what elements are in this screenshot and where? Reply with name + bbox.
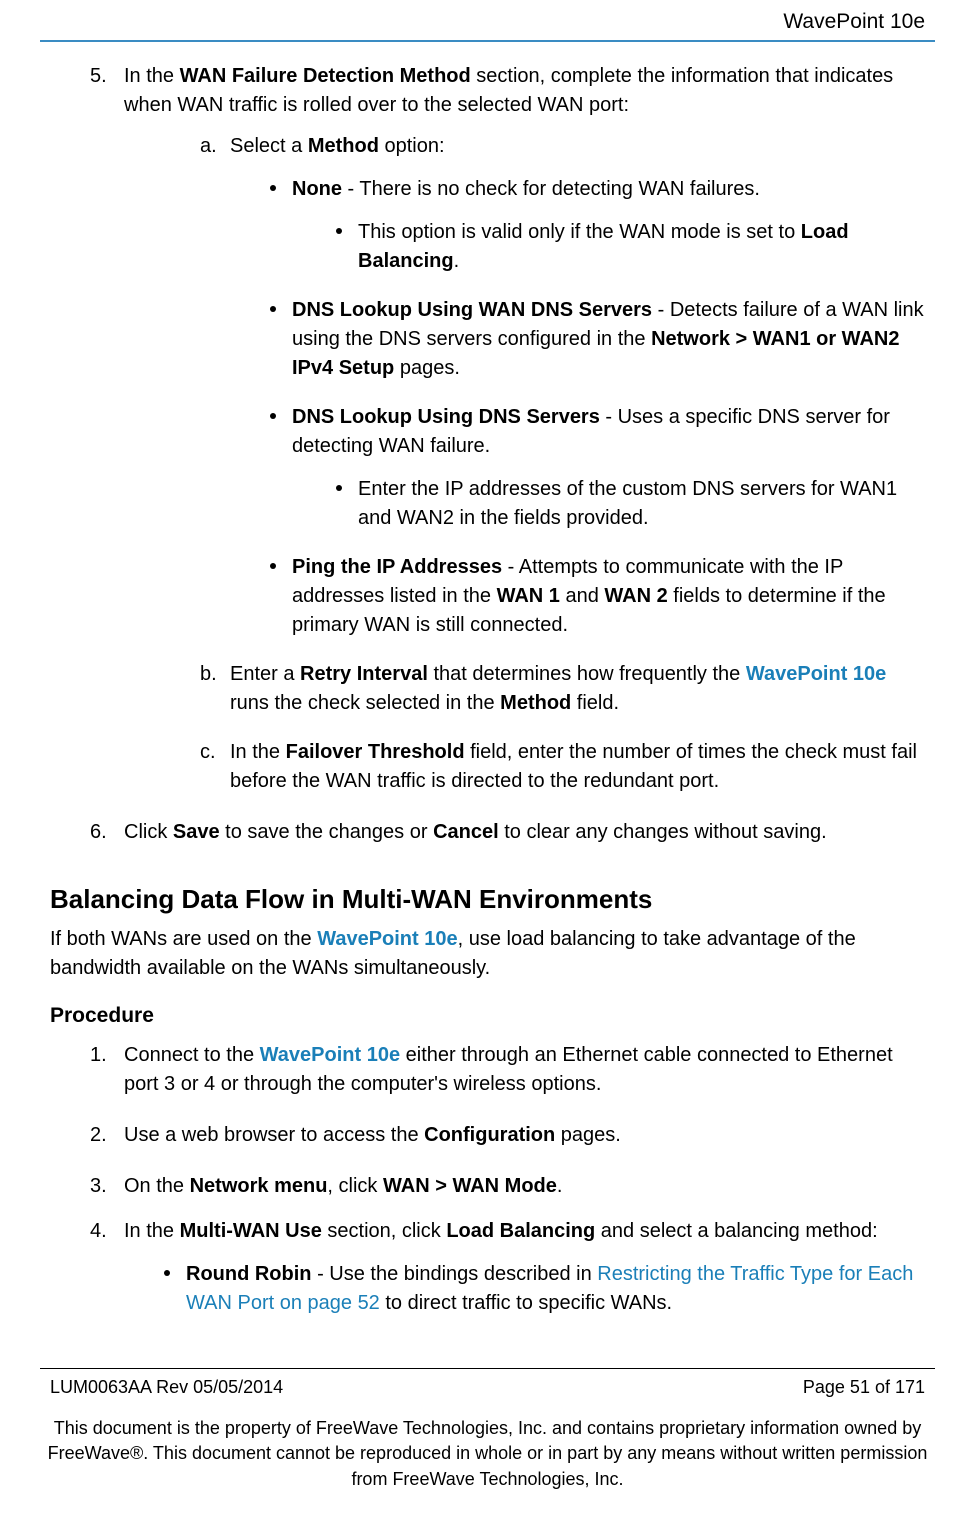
proc-step-4: 4. In the Multi-WAN Use section, click L…	[90, 1217, 925, 1318]
bold-text: Configuration	[424, 1124, 555, 1146]
text: - Use the bindings described in	[312, 1263, 598, 1285]
bold-text: DNS Lookup Using WAN DNS Servers	[292, 299, 652, 321]
bold-text: Ping the IP Addresses	[292, 556, 502, 578]
step-number: 5.	[90, 62, 107, 91]
bold-text: None	[292, 178, 342, 200]
proc-step-3: 3. On the Network menu, click WAN > WAN …	[90, 1172, 925, 1201]
text: If both WANs are used on the	[50, 928, 317, 950]
footer-meta: LUM0063AA Rev 05/05/2014 Page 51 of 171	[0, 1377, 975, 1398]
option-round-robin: Round Robin - Use the bindings described…	[164, 1260, 925, 1318]
step-number: 1.	[90, 1041, 107, 1070]
option-dns-wan: DNS Lookup Using WAN DNS Servers - Detec…	[270, 296, 925, 383]
bold-text: Method	[308, 135, 379, 157]
text: and	[560, 585, 604, 607]
option-none: None - There is no check for detecting W…	[270, 175, 925, 276]
substep-letter: a.	[200, 132, 217, 161]
bold-text: Method	[500, 692, 571, 714]
text: section, click	[322, 1220, 446, 1242]
step-6: 6. Click Save to save the changes or Can…	[90, 818, 925, 847]
option-dns-custom-note: Enter the IP addresses of the custom DNS…	[336, 475, 925, 533]
text: , click	[327, 1175, 383, 1197]
text: This option is valid only if the WAN mod…	[358, 221, 801, 243]
substep-letter: c.	[200, 738, 216, 767]
substep-b: b. Enter a Retry Interval that determine…	[200, 660, 925, 718]
text: option:	[379, 135, 445, 157]
footer-rule	[40, 1368, 935, 1369]
bold-text: Round Robin	[186, 1263, 312, 1285]
bold-text: Failover Threshold	[286, 741, 465, 763]
footer-copyright: This document is the property of FreeWav…	[0, 1398, 975, 1492]
bold-text: Retry Interval	[300, 663, 428, 685]
page-header: WavePoint 10e	[0, 0, 975, 40]
step-number: 3.	[90, 1172, 107, 1201]
substep-a: a. Select a Method option: None - There …	[200, 132, 925, 640]
text: In the	[124, 65, 180, 87]
proc-step-1: 1. Connect to the WavePoint 10e either t…	[90, 1041, 925, 1099]
text: that determines how frequently the	[428, 663, 746, 685]
bold-text: DNS Lookup Using DNS Servers	[292, 406, 600, 428]
product-link: WavePoint 10e	[260, 1044, 400, 1066]
text: Enter a	[230, 663, 300, 685]
text: On the	[124, 1175, 190, 1197]
text: Enter the IP addresses of the custom DNS…	[358, 478, 897, 529]
bold-text: WAN Failure Detection Method	[180, 65, 471, 87]
bold-text: Multi-WAN Use	[180, 1220, 322, 1242]
substep-c: c. In the Failover Threshold field, ente…	[200, 738, 925, 796]
text: Select a	[230, 135, 308, 157]
text: pages.	[555, 1124, 621, 1146]
product-link: WavePoint 10e	[317, 928, 457, 950]
page-number: Page 51 of 171	[803, 1377, 925, 1398]
step-number: 4.	[90, 1217, 107, 1246]
bold-text: WAN 1	[497, 585, 560, 607]
text: .	[454, 250, 460, 272]
product-link: WavePoint 10e	[746, 663, 886, 685]
text: In the	[230, 741, 286, 763]
text: field.	[571, 692, 619, 714]
page-content: 5. In the WAN Failure Detection Method s…	[0, 62, 975, 1318]
bold-text: Load Balancing	[446, 1220, 595, 1242]
text: Connect to the	[124, 1044, 260, 1066]
section-heading: Balancing Data Flow in Multi-WAN Environ…	[50, 881, 925, 919]
option-none-note: This option is valid only if the WAN mod…	[336, 218, 925, 276]
text: to clear any changes without saving.	[499, 821, 827, 843]
option-ping: Ping the IP Addresses - Attempts to comm…	[270, 553, 925, 640]
substep-letter: b.	[200, 660, 217, 689]
text: and select a balancing method:	[595, 1220, 877, 1242]
text: to save the changes or	[220, 821, 433, 843]
bold-text: WAN 2	[604, 585, 667, 607]
text: In the	[124, 1220, 180, 1242]
section-intro: If both WANs are used on the WavePoint 1…	[50, 925, 925, 983]
header-rule	[40, 40, 935, 42]
text: .	[557, 1175, 563, 1197]
bold-text: WAN > WAN Mode	[383, 1175, 557, 1197]
text: to direct traffic to specific WANs.	[380, 1292, 672, 1314]
bold-text: Cancel	[433, 821, 499, 843]
text: - There is no check for detecting WAN fa…	[342, 178, 760, 200]
bold-text: Save	[173, 821, 220, 843]
text: Use a web browser to access the	[124, 1124, 424, 1146]
doc-revision: LUM0063AA Rev 05/05/2014	[50, 1377, 283, 1398]
bold-text: Network menu	[190, 1175, 328, 1197]
text: Click	[124, 821, 173, 843]
step-number: 2.	[90, 1121, 107, 1150]
text: pages.	[394, 357, 460, 379]
step-number: 6.	[90, 818, 107, 847]
proc-step-2: 2. Use a web browser to access the Confi…	[90, 1121, 925, 1150]
option-dns-custom: DNS Lookup Using DNS Servers - Uses a sp…	[270, 403, 925, 533]
step-5: 5. In the WAN Failure Detection Method s…	[90, 62, 925, 796]
procedure-heading: Procedure	[50, 1001, 925, 1031]
text: runs the check selected in the	[230, 692, 500, 714]
